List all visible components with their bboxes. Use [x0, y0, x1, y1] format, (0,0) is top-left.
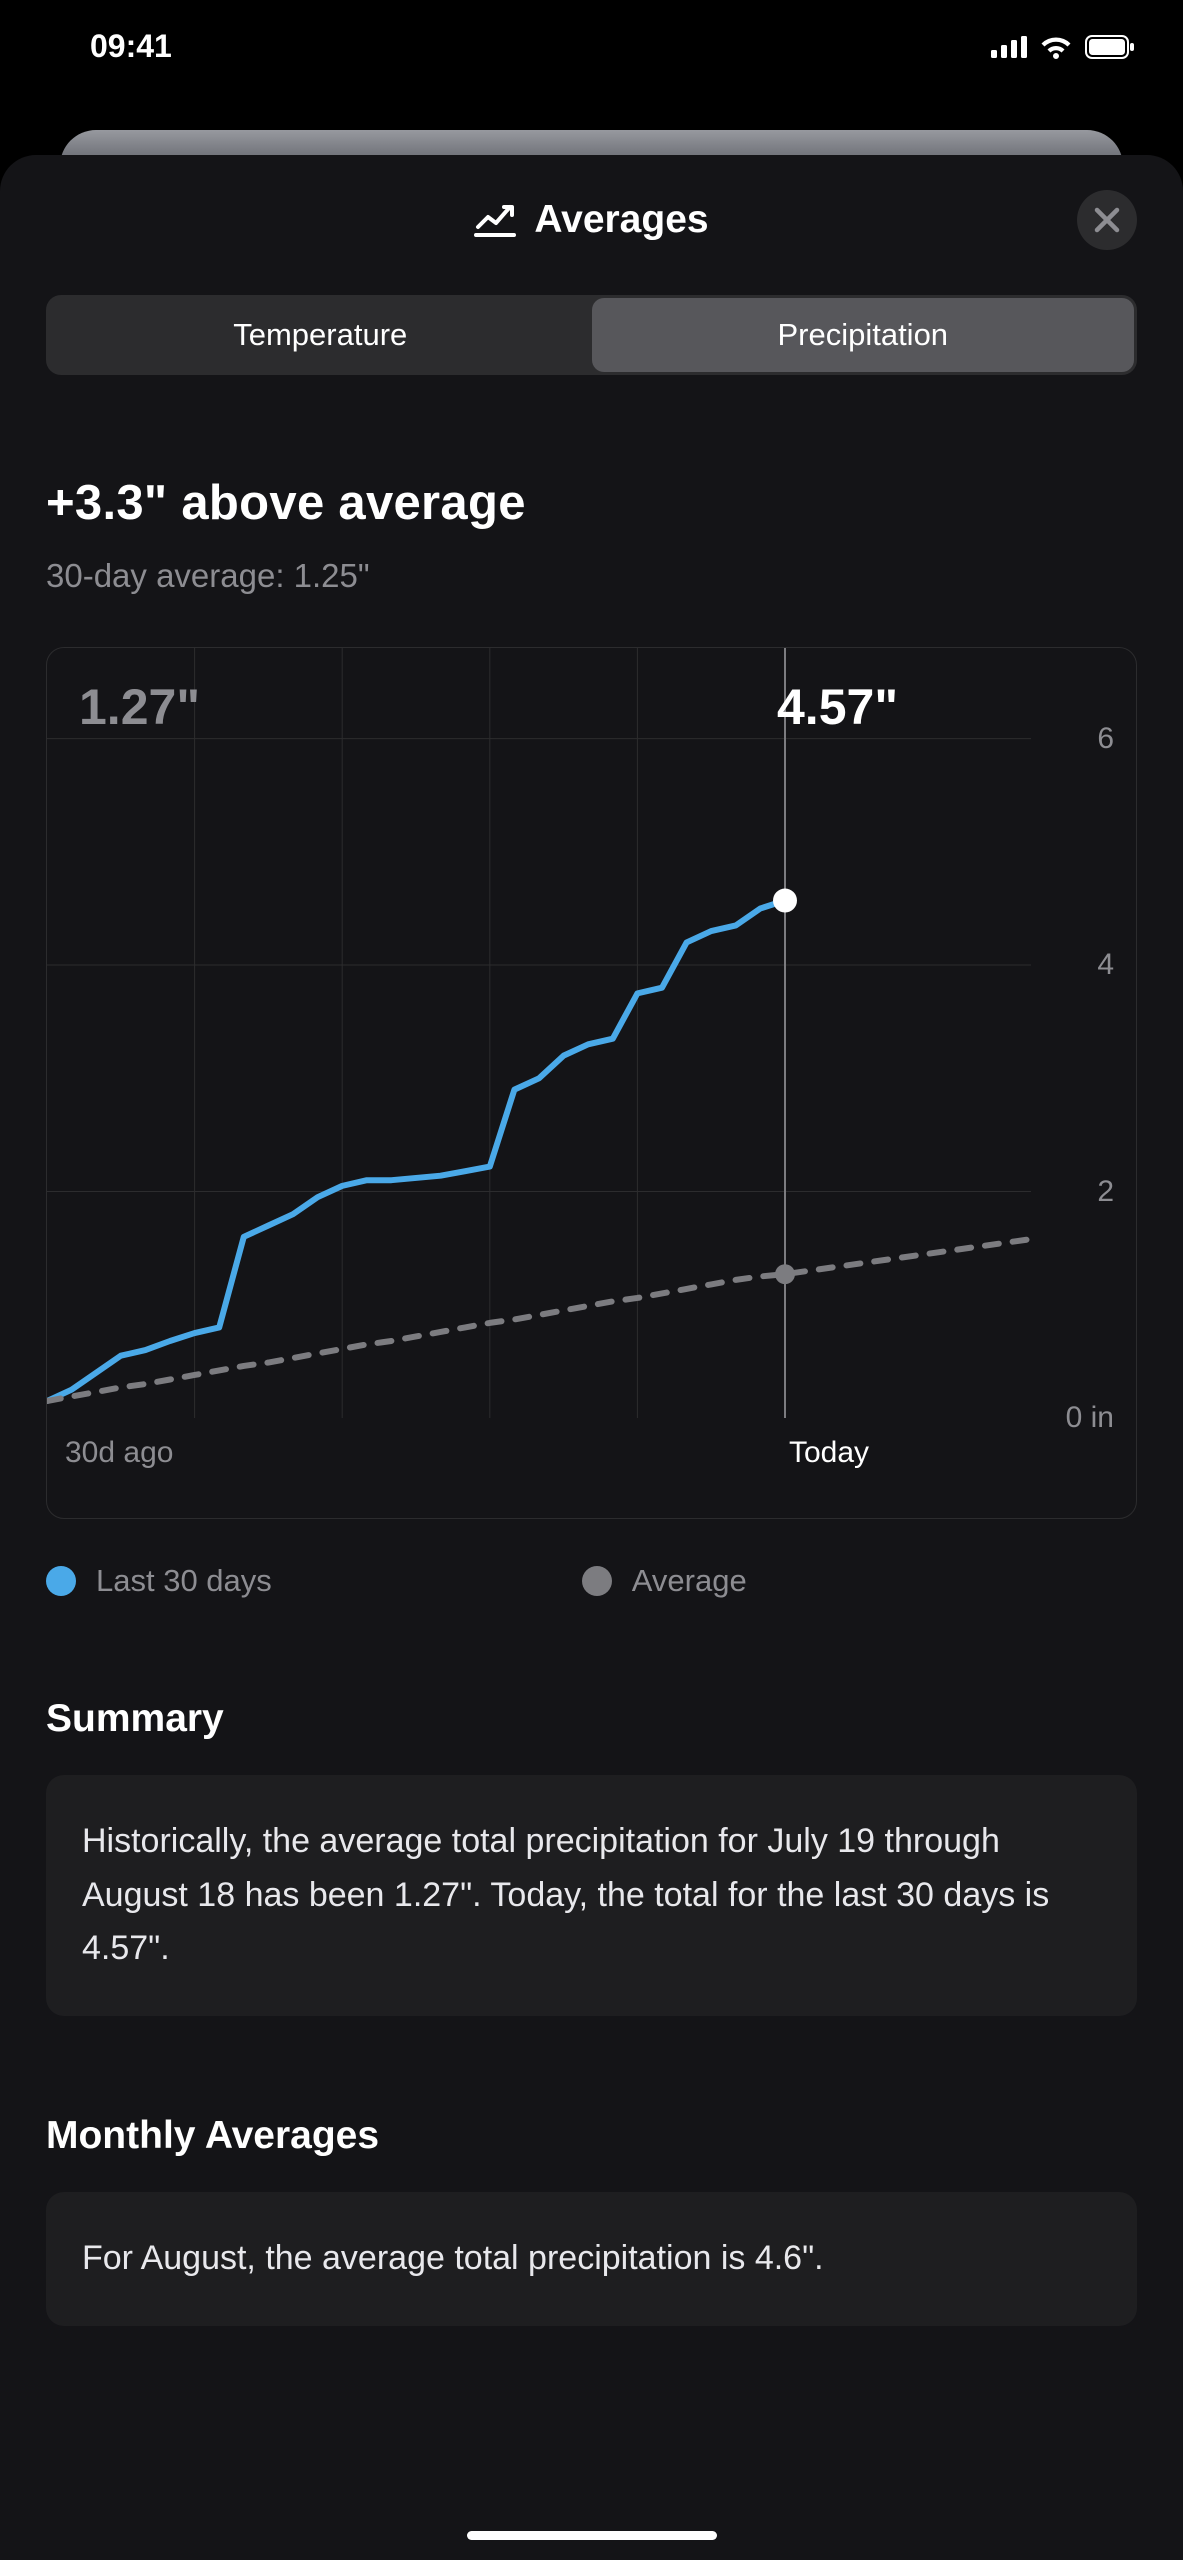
battery-icon	[1085, 35, 1135, 59]
modal-header: Averages	[46, 155, 1137, 285]
y-axis: 6420 in	[1031, 648, 1136, 1418]
legend-dot-series	[46, 1566, 76, 1596]
legend-dot-average	[582, 1566, 612, 1596]
chart-svg	[47, 648, 1031, 1418]
cellular-icon	[991, 36, 1027, 58]
tab-precipitation[interactable]: Precipitation	[592, 298, 1135, 372]
chart-legend: Last 30 days Average	[46, 1563, 1137, 1599]
monthly-title: Monthly Averages	[46, 2114, 1137, 2158]
avg-subhead: 30-day average: 1.25"	[46, 557, 1137, 595]
x-label-start: 30d ago	[65, 1436, 173, 1470]
tab-temperature[interactable]: Temperature	[49, 298, 592, 372]
summary-title: Summary	[46, 1697, 1137, 1741]
segmented-control: Temperature Precipitation	[46, 295, 1137, 375]
status-icons	[991, 35, 1135, 59]
legend-label-last30: Last 30 days	[96, 1563, 272, 1599]
home-indicator[interactable]	[467, 2531, 717, 2540]
legend-item-last30: Last 30 days	[46, 1563, 272, 1599]
legend-item-average: Average	[582, 1563, 747, 1599]
sheet: Averages Temperature Precipitation +3.3"…	[0, 155, 1183, 2560]
precip-chart[interactable]: 1.27" 4.57" 6420 in 30d ago Today	[46, 647, 1137, 1519]
monthly-card: For August, the average total precipitat…	[46, 2192, 1137, 2326]
status-bar: 09:41	[0, 0, 1183, 87]
chart-plot-area: 1.27" 4.57"	[47, 648, 1031, 1418]
wifi-icon	[1039, 35, 1073, 59]
close-button[interactable]	[1077, 190, 1137, 250]
x-axis: 30d ago Today	[47, 1418, 1031, 1518]
avg-value-label: 1.27"	[79, 678, 200, 736]
x-label-today: Today	[789, 1436, 869, 1470]
chart-icon	[474, 203, 516, 237]
current-value-label: 4.57"	[777, 678, 898, 736]
summary-card: Historically, the average total precipit…	[46, 1775, 1137, 2016]
page-title-text: Averages	[534, 198, 708, 242]
deviation-headline: +3.3" above average	[46, 475, 1137, 531]
legend-label-average: Average	[632, 1563, 747, 1599]
close-icon	[1094, 207, 1120, 233]
clock: 09:41	[90, 28, 172, 65]
page-title: Averages	[474, 198, 708, 242]
